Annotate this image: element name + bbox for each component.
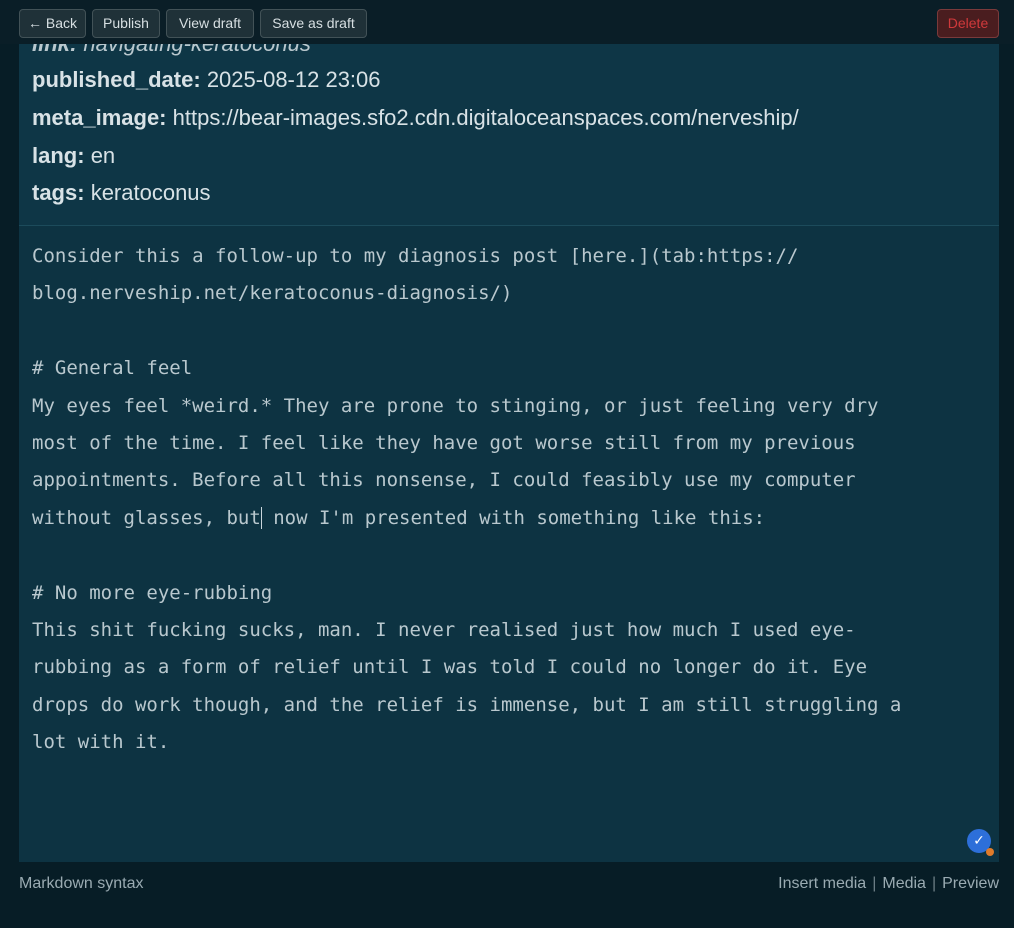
media-link[interactable]: Media	[882, 875, 926, 892]
body-line: lot with it.	[32, 731, 170, 754]
header-meta-image-line: meta_image: https://bear-images.sfo2.cdn…	[32, 105, 799, 131]
body-line: This shit fucking sucks, man. I never re…	[32, 618, 856, 641]
grammar-check-badge[interactable]: ✓	[967, 829, 994, 856]
body-line: blog.nerveship.net/keratoconus-diagnosis…	[32, 282, 513, 305]
post-body-textarea[interactable]: Consider this a follow-up to my diagnosi…	[32, 238, 982, 761]
body-line: rubbing as a form of relief until I was …	[32, 656, 868, 679]
toolbar: ← Back Publish View draft Save as draft …	[0, 0, 1014, 44]
footer-separator: |	[872, 875, 877, 892]
header-published-date-key: published_date:	[32, 67, 201, 92]
header-meta-image-key: meta_image:	[32, 105, 167, 130]
body-line-segment: now I'm presented with something like th…	[261, 506, 766, 529]
editor-footer: Markdown syntax Insert media | Media | Previ…	[0, 862, 1014, 928]
header-link-line: link: navigating-keratoconus	[32, 44, 311, 57]
header-link-key: link:	[32, 44, 77, 56]
body-line: Consider this a follow-up to my diagnosi…	[32, 245, 799, 267]
header-tags-line: tags: keratoconus	[32, 180, 211, 206]
header-meta-image-value: https://bear-images.sfo2.cdn.digitalocea…	[172, 105, 799, 130]
body-heading-no-more-eye-rubbing: # No more eye-rubbing	[32, 581, 273, 604]
post-editor[interactable]: link: navigating-keratoconus published_d…	[19, 44, 999, 862]
delete-button[interactable]: Delete	[937, 9, 999, 38]
markdown-syntax-link[interactable]: Markdown syntax	[19, 875, 144, 893]
footer-separator: |	[931, 875, 937, 892]
header-link-value: navigating-keratoconus	[83, 44, 310, 56]
body-heading-general-feel: # General feel	[32, 357, 193, 380]
body-line: drops do work though, and the relief is …	[32, 693, 902, 716]
header-published-date-value: 2025-08-12 23:06	[206, 67, 381, 92]
header-published-date-line: published_date: 2025-08-12 23:06	[32, 67, 381, 93]
body-line	[32, 537, 982, 574]
body-line-with-caret: without glasses, but now I'm presented w…	[32, 500, 982, 537]
view-draft-button[interactable]: View draft	[166, 9, 254, 38]
body-line	[32, 313, 982, 350]
body-line: My eyes feel *weird.* They are prone to …	[32, 394, 879, 417]
status-dot-icon	[986, 848, 994, 856]
body-line: most of the time. I feel like they have …	[32, 431, 856, 454]
body-line: appointments. Before all this nonsense, …	[32, 469, 856, 492]
post-header-attributes[interactable]: link: navigating-keratoconus published_d…	[19, 44, 999, 226]
check-icon: ✓	[973, 833, 985, 849]
body-line-segment: without glasses, but	[32, 506, 261, 529]
insert-media-link[interactable]: Insert media	[778, 875, 866, 892]
header-lang-key: lang:	[32, 143, 85, 168]
header-lang-line: lang: en	[32, 143, 115, 169]
publish-button[interactable]: Publish	[92, 9, 160, 38]
header-lang-value: en	[90, 143, 116, 168]
preview-link[interactable]: Preview	[942, 875, 999, 892]
header-tags-key: tags:	[32, 180, 85, 205]
save-as-draft-button[interactable]: Save as draft	[260, 9, 367, 38]
header-tags-value: keratoconus	[90, 180, 211, 205]
footer-links: Insert media | Media | Preview	[778, 875, 999, 893]
back-button[interactable]: ← Back	[19, 9, 86, 38]
